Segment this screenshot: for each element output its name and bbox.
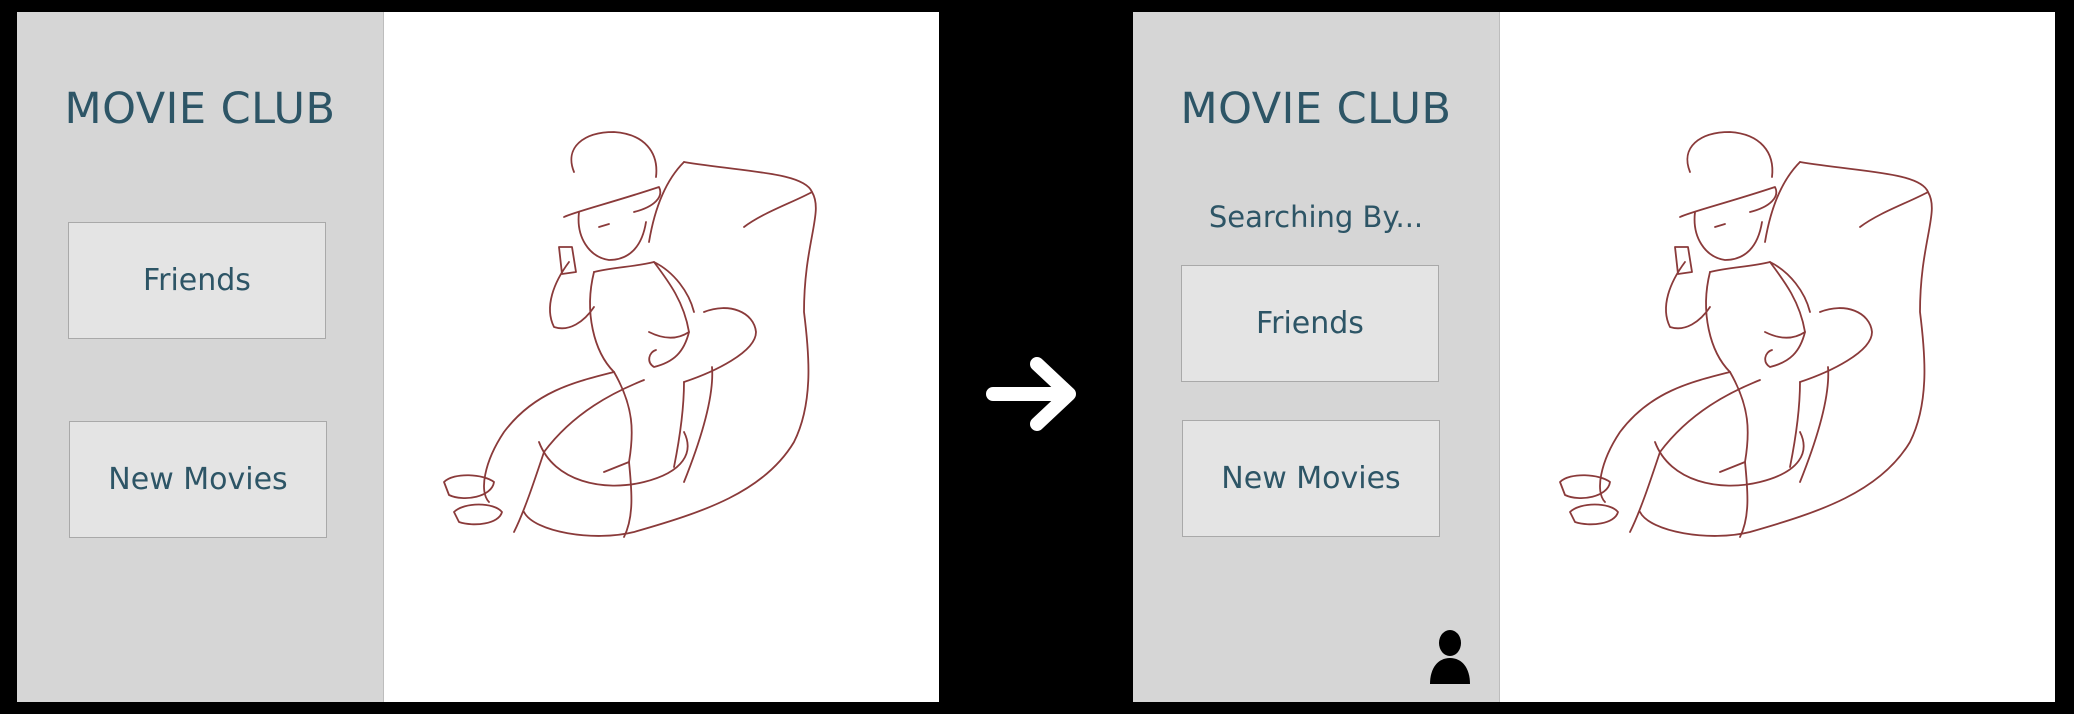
person-in-armchair-illustration [1559, 131, 1933, 538]
app-title: MOVIE CLUB [1180, 84, 1452, 134]
screen-before: MOVIE CLUB Friends New Movies [17, 12, 939, 702]
new-movies-button[interactable]: New Movies [69, 421, 327, 538]
storyboard: MOVIE CLUB Friends New Movies MOVIE CLUB… [0, 0, 2074, 714]
sidebar: MOVIE CLUB Friends New Movies [17, 12, 384, 702]
sidebar: MOVIE CLUB Searching By... Friends New M… [1133, 12, 1500, 702]
user-profile-icon[interactable] [1428, 628, 1472, 686]
new-movies-button[interactable]: New Movies [1182, 420, 1440, 537]
person-in-armchair-illustration [443, 131, 817, 538]
app-title: MOVIE CLUB [64, 84, 336, 134]
friends-button[interactable]: Friends [1181, 265, 1439, 382]
friends-button[interactable]: Friends [68, 222, 326, 339]
screen-after: MOVIE CLUB Searching By... Friends New M… [1133, 12, 2055, 702]
right-arrow-icon [986, 357, 1076, 431]
searching-by-label: Searching By... [1208, 200, 1424, 234]
